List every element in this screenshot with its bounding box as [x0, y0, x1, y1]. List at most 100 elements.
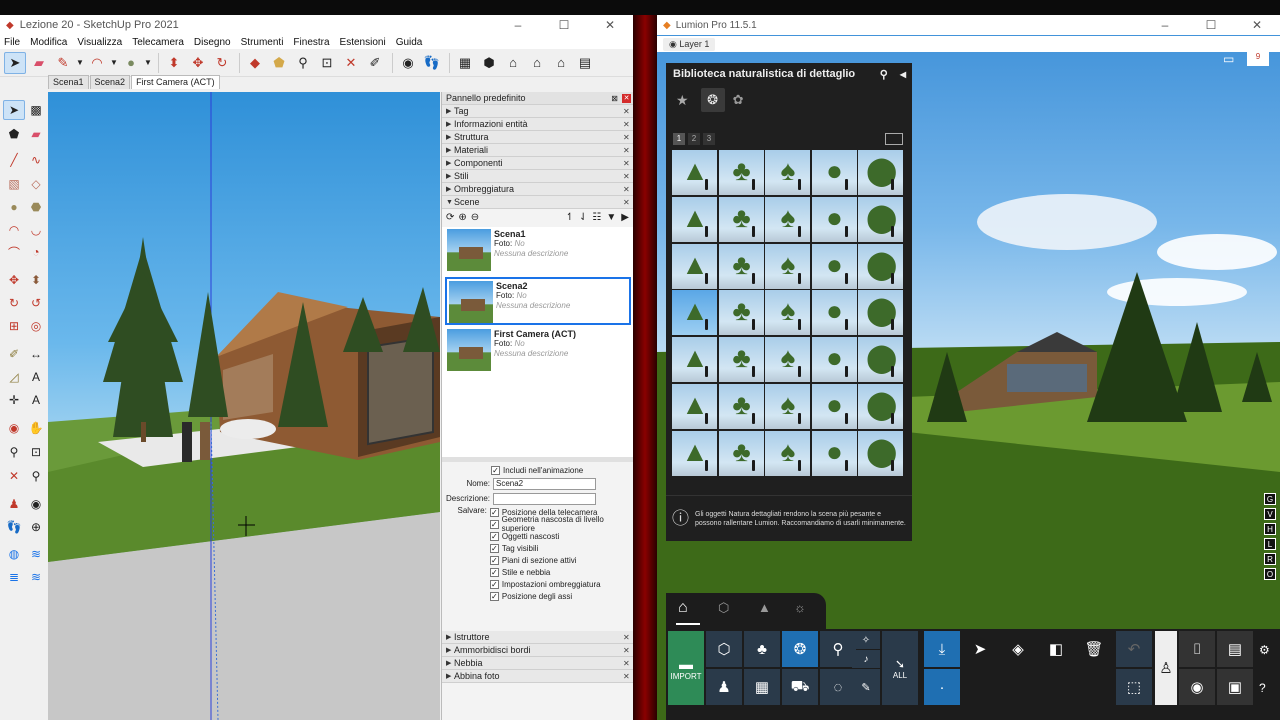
- tree-thumbnail[interactable]: ⬤: [858, 150, 903, 195]
- 3d-text-icon[interactable]: A: [25, 390, 47, 410]
- maximize-button[interactable]: ☐: [1188, 18, 1234, 32]
- tree-thumbnail[interactable]: ♣: [718, 384, 764, 429]
- section-outliner[interactable]: ▶ Struttura ✕: [442, 131, 633, 144]
- scale-tool-icon[interactable]: ⊞: [3, 316, 25, 336]
- arc-tool-icon[interactable]: ◠: [3, 220, 25, 240]
- select-tool-icon[interactable]: ➤: [4, 51, 26, 74]
- menu-strumenti[interactable]: Strumenti: [241, 37, 284, 48]
- menu-estensioni[interactable]: Estensioni: [340, 37, 386, 48]
- badge-indicator[interactable]: 9: [1247, 48, 1269, 66]
- line-tool-icon[interactable]: ╱: [3, 150, 25, 170]
- indoor-icon[interactable]: ♟: [706, 669, 742, 705]
- page-3-button[interactable]: 3: [703, 133, 715, 145]
- tree-thumbnail[interactable]: ●: [811, 384, 857, 429]
- component-tool-icon[interactable]: ▩: [25, 100, 47, 120]
- tree-thumbnail[interactable]: ♠: [765, 384, 810, 429]
- nature-icon[interactable]: ♣: [744, 631, 780, 667]
- protractor-icon[interactable]: ◿: [3, 367, 25, 387]
- menu-telecamera[interactable]: Telecamera: [132, 37, 184, 48]
- buildings-icon[interactable]: ⬡: [706, 631, 742, 667]
- section-styles[interactable]: ▶ Stili ✕: [442, 170, 633, 183]
- line-tool-icon[interactable]: ✎: [52, 52, 74, 74]
- extension-warehouse-icon[interactable]: ⬢: [478, 52, 500, 74]
- home-tab-icon[interactable]: ⌂: [678, 599, 688, 617]
- tree-thumbnail[interactable]: ●: [811, 337, 857, 383]
- page-2-button[interactable]: 2: [688, 133, 700, 145]
- photo-mode-icon[interactable]: ⌷: [1179, 631, 1215, 667]
- follow-me-icon[interactable]: ↺: [25, 293, 47, 313]
- section-tag[interactable]: ▶ Tag ✕: [442, 105, 633, 118]
- materials-tab-icon[interactable]: ⬡: [718, 600, 729, 616]
- eraser-tool-icon[interactable]: ▰: [25, 124, 47, 144]
- tree-thumbnail[interactable]: ♠: [765, 290, 810, 336]
- orbit-tool-icon[interactable]: ◉: [397, 52, 419, 74]
- three-point-arc-icon[interactable]: ⌒: [3, 242, 25, 262]
- import-button[interactable]: ▬ IMPORT: [668, 631, 704, 705]
- details-icon[interactable]: ▼: [606, 212, 616, 223]
- walk-mode-icon[interactable]: ♙: [1155, 631, 1177, 705]
- show-details-icon[interactable]: ▶: [621, 212, 629, 223]
- transport-icon[interactable]: ⛟: [782, 669, 818, 705]
- close-icon[interactable]: ✕: [623, 633, 633, 642]
- circle-tool-icon[interactable]: ●: [3, 197, 25, 217]
- polygon-tool-icon[interactable]: ⬣: [25, 197, 47, 217]
- section-fog[interactable]: ▶ Nebbia ✕: [442, 657, 633, 670]
- menu-guida[interactable]: Guida: [396, 37, 423, 48]
- tape-measure-icon[interactable]: ✐: [364, 52, 386, 74]
- maximize-button[interactable]: ☐: [541, 18, 587, 32]
- tree-thumbnail[interactable]: ⬤: [858, 430, 903, 476]
- select-tool-icon[interactable]: ➤: [962, 631, 998, 667]
- scene-description-field[interactable]: [493, 492, 596, 505]
- scale-tool-icon[interactable]: ◧: [1038, 631, 1074, 667]
- camera-icon[interactable]: ▭: [1223, 52, 1234, 66]
- close-icon[interactable]: ✕: [623, 107, 633, 116]
- close-icon[interactable]: ✕: [623, 172, 633, 181]
- save-option-checkbox[interactable]: ✓: [489, 579, 499, 589]
- section-scenes[interactable]: ▼ Scene ✕: [442, 196, 633, 209]
- outdoor-icon[interactable]: ▦: [744, 669, 780, 705]
- view-toggle-icon[interactable]: [885, 133, 903, 145]
- detailed-nature-button[interactable]: ❂: [782, 631, 818, 667]
- sandbox-stamp-icon[interactable]: ≋: [25, 567, 47, 587]
- section-match-photo[interactable]: ▶ Abbina foto ✕: [442, 670, 633, 683]
- zoom-window-icon[interactable]: ⊡: [25, 442, 47, 462]
- close-button[interactable]: ✕: [1234, 18, 1280, 32]
- shortcut-l[interactable]: L: [1264, 538, 1276, 550]
- shortcut-o[interactable]: O: [1264, 568, 1276, 580]
- move-tool-icon[interactable]: ◈: [1000, 631, 1036, 667]
- tree-thumbnail[interactable]: ♠: [765, 150, 810, 195]
- freehand-tool-icon[interactable]: ∿: [25, 150, 47, 170]
- axes-tool-icon[interactable]: ✛: [3, 390, 25, 410]
- offset-tool-icon[interactable]: ◎: [25, 316, 47, 336]
- add-scene-icon[interactable]: ⊕: [458, 212, 466, 223]
- tape-measure-icon[interactable]: ✐: [3, 344, 25, 364]
- menu-file[interactable]: File: [4, 37, 20, 48]
- offset-tool-icon[interactable]: ◆: [244, 52, 266, 74]
- tree-thumbnail[interactable]: ♣: [718, 243, 764, 289]
- sound-icon[interactable]: ♪: [852, 650, 880, 668]
- zoom-window-icon[interactable]: ⊡: [316, 52, 338, 74]
- rotate-tool-icon[interactable]: ↻: [3, 293, 25, 313]
- close-icon[interactable]: ✕: [623, 185, 633, 194]
- tree-thumbnail[interactable]: ▲: [672, 430, 717, 476]
- page-1-button[interactable]: 1: [673, 133, 685, 145]
- warehouse-icon[interactable]: ▦: [454, 52, 476, 74]
- scene-name-field[interactable]: Scena2: [493, 477, 596, 490]
- refresh-icon[interactable]: ⟳: [446, 212, 454, 223]
- close-button[interactable]: ✕: [587, 18, 633, 32]
- tab-scena2[interactable]: Scena2: [89, 75, 131, 89]
- shortcut-g[interactable]: G: [1264, 493, 1276, 505]
- effects-icon[interactable]: ✧: [852, 631, 880, 649]
- close-icon[interactable]: ✕: [623, 120, 633, 129]
- scene-list-item-selected[interactable]: Scena2 Foto: No Nessuna descrizione: [445, 277, 631, 325]
- settings-icon[interactable]: ⚙: [1259, 643, 1270, 657]
- walk-tool-icon[interactable]: 👣: [3, 517, 25, 537]
- close-icon[interactable]: ✕: [623, 672, 633, 681]
- shape-tool-icon[interactable]: ●: [120, 52, 142, 74]
- menu-finestra[interactable]: Finestra: [293, 37, 329, 48]
- text-tool-icon[interactable]: A: [25, 367, 47, 387]
- home-view-icon[interactable]: ⌂: [502, 52, 524, 74]
- back-view-icon[interactable]: ⌂: [550, 52, 572, 74]
- landscape-tab-icon[interactable]: ▲: [758, 600, 771, 615]
- move-up-icon[interactable]: ↿: [566, 212, 574, 223]
